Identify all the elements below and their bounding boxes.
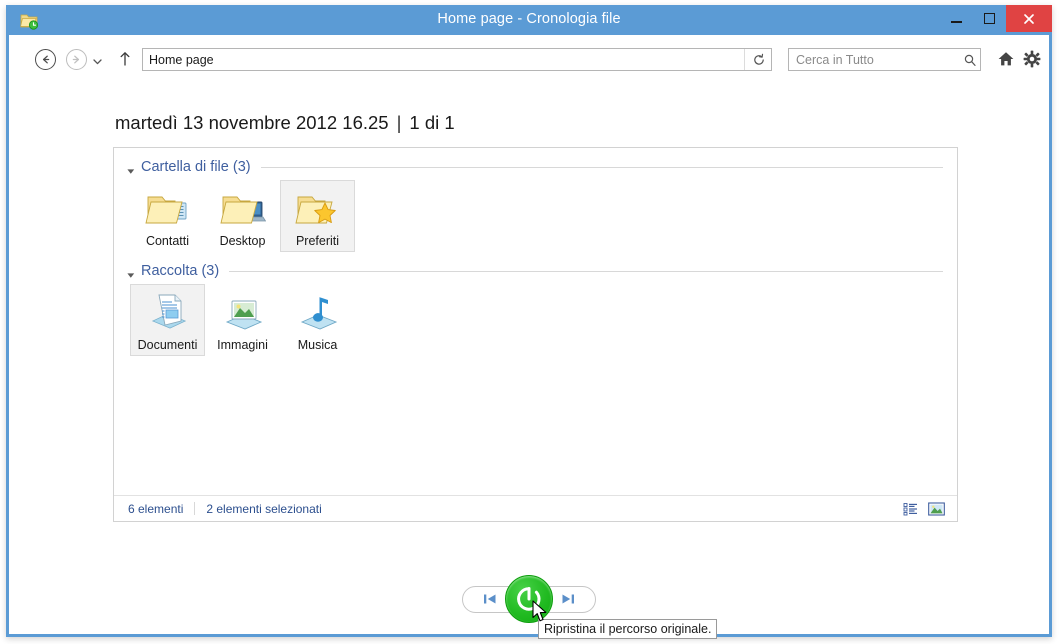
list-item-musica[interactable]: Musica xyxy=(280,284,355,356)
selected-count: 2 elementi selezionati xyxy=(206,501,322,516)
group-label: Raccolta (3) xyxy=(141,263,220,279)
details-view-icon[interactable] xyxy=(900,500,922,518)
tooltip: Ripristina il percorso originale. xyxy=(538,619,718,639)
triangle-collapse-icon[interactable] xyxy=(126,163,136,174)
refresh-button[interactable] xyxy=(746,48,772,71)
folder-contacts-icon xyxy=(144,185,192,231)
group-label: Cartella di file (3) xyxy=(141,159,251,175)
navigation-toolbar: Home page xyxy=(9,35,1049,80)
window-controls xyxy=(940,5,1052,33)
maximize-icon xyxy=(984,13,995,24)
address-bar[interactable]: Home page xyxy=(142,48,770,71)
items-row-libraries: Documenti Immagini Musica xyxy=(114,284,957,356)
list-item-label: Documenti xyxy=(137,338,198,352)
home-icon[interactable] xyxy=(995,48,1017,70)
file-history-window: Home page - Cronologia file Home page Ce… xyxy=(6,5,1052,637)
group-rule xyxy=(260,166,943,168)
window-title: Home page - Cronologia file xyxy=(437,11,621,27)
large-icons-view-icon[interactable] xyxy=(925,500,947,518)
list-item-immagini[interactable]: Immagini xyxy=(205,284,280,356)
forward-arrow-icon xyxy=(72,55,80,64)
skip-next-icon xyxy=(562,594,574,604)
mouse-cursor xyxy=(532,600,550,624)
library-documents-icon xyxy=(144,289,192,335)
maximize-button[interactable] xyxy=(973,5,1006,32)
list-item-label: Musica xyxy=(297,338,338,352)
folder-desktop-icon xyxy=(219,185,267,231)
list-item-preferiti[interactable]: Preferiti xyxy=(280,180,355,252)
restore-controls xyxy=(9,575,1049,623)
address-value[interactable]: Home page xyxy=(143,53,744,67)
items-row-file-folders: Contatti Desktop Preferiti xyxy=(114,180,957,252)
list-item-label: Desktop xyxy=(219,234,266,248)
up-arrow-icon xyxy=(120,52,130,66)
header-separator: | xyxy=(396,112,402,133)
up-button[interactable] xyxy=(118,50,132,68)
minimize-icon xyxy=(951,21,962,23)
back-arrow-icon xyxy=(42,55,50,64)
group-header-libraries[interactable]: Raccolta (3) xyxy=(114,258,957,284)
library-music-icon xyxy=(294,289,342,335)
minimize-button[interactable] xyxy=(940,5,973,32)
list-item-label: Immagini xyxy=(217,338,268,352)
tooltip-text: Ripristina il percorso originale. xyxy=(544,622,712,636)
search-box[interactable] xyxy=(788,48,981,71)
backup-position: 1 di 1 xyxy=(409,112,455,133)
status-bar: 6 elementi 2 elementi selezionati xyxy=(114,495,957,521)
group-rule xyxy=(229,270,943,272)
recent-locations-button[interactable] xyxy=(92,54,103,65)
search-icon xyxy=(959,53,980,67)
close-button[interactable] xyxy=(1006,5,1052,32)
date-header: martedì 13 novembre 2012 16.25 | 1 di 1 xyxy=(115,112,455,134)
list-item-contatti[interactable]: Contatti xyxy=(130,180,205,252)
back-button[interactable] xyxy=(35,49,56,70)
close-icon xyxy=(1024,13,1034,24)
list-item-documenti[interactable]: Documenti xyxy=(130,284,205,356)
list-item-label: Contatti xyxy=(145,234,190,248)
library-pictures-icon xyxy=(219,289,267,335)
triangle-collapse-icon[interactable] xyxy=(126,267,136,278)
title-bar[interactable]: Home page - Cronologia file xyxy=(6,5,1052,35)
chevron-down-icon xyxy=(93,59,102,65)
backup-date: martedì 13 novembre 2012 16.25 xyxy=(115,112,389,133)
group-header-file-folders[interactable]: Cartella di file (3) xyxy=(114,154,957,180)
item-count: 6 elementi xyxy=(128,501,184,516)
search-input[interactable] xyxy=(789,51,959,68)
skip-previous-icon xyxy=(484,594,496,604)
refresh-icon xyxy=(753,53,764,65)
client-area: Home page Cerca in Tutto martedì 13 nove… xyxy=(9,35,1049,634)
list-item-label: Preferiti xyxy=(295,234,340,248)
file-list-pane[interactable]: Cartella di file (3) Contatti Desktop Pr… xyxy=(113,147,958,522)
gear-icon[interactable] xyxy=(1021,48,1043,70)
folder-favorites-icon xyxy=(294,185,342,231)
forward-button[interactable] xyxy=(66,49,87,70)
list-item-desktop[interactable]: Desktop xyxy=(205,180,280,252)
status-divider xyxy=(194,502,196,515)
